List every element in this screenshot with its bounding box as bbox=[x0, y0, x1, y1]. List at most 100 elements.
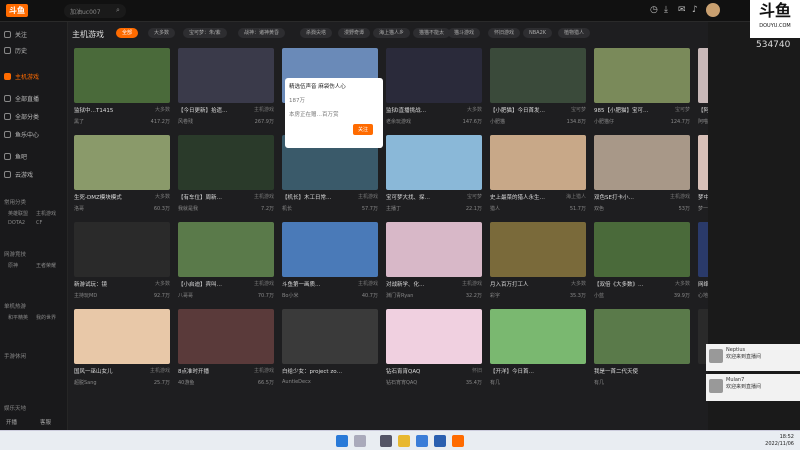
bell-icon[interactable]: ♪ bbox=[692, 5, 698, 15]
category-tab[interactable]: 猫猫不能太 bbox=[413, 28, 451, 38]
category-tab[interactable]: NBA2K bbox=[523, 28, 553, 38]
streamer-name[interactable]: 主播丁 bbox=[386, 205, 401, 212]
streamer-name[interactable]: 老余玩游戏 bbox=[386, 118, 411, 125]
history-icon[interactable]: ◷ bbox=[650, 5, 658, 15]
live-thumbnail[interactable] bbox=[74, 222, 170, 277]
download-icon[interactable]: ⤓ bbox=[664, 5, 668, 15]
live-card[interactable]: 监狱I直播挑战… 大多数 老余玩游戏 147.6万 bbox=[386, 48, 482, 132]
streamer-name[interactable]: 猎人 bbox=[490, 205, 500, 212]
category-tab[interactable]: 杀戮尖塔 bbox=[300, 28, 333, 38]
streamer-name[interactable]: 洛哥 bbox=[74, 205, 84, 212]
live-card[interactable]: 我是一首二代天使 有几 bbox=[594, 309, 690, 393]
sidebar-item-console[interactable]: 主机游戏 bbox=[4, 70, 39, 82]
live-thumbnail[interactable] bbox=[282, 222, 378, 277]
douyu-logo[interactable]: 斗鱼 bbox=[6, 4, 28, 17]
live-thumbnail[interactable] bbox=[490, 222, 586, 277]
category-tab[interactable]: 大多数 bbox=[148, 28, 176, 38]
streamer-name[interactable]: AuntieDecx bbox=[282, 379, 311, 385]
search-icon[interactable]: ⌕ bbox=[116, 6, 120, 15]
live-card[interactable]: 【有车位】周新… 主机游戏 我就是我 7.2万 bbox=[178, 135, 274, 219]
category-tab[interactable]: 全部 bbox=[116, 28, 139, 38]
live-card[interactable]: 国风一巫山女儿 主机游戏 超脱Sang 25.7万 bbox=[74, 309, 170, 393]
live-card[interactable]: 【今日更新】拾遗… 主机游戏 风卷残 267.9万 bbox=[178, 48, 274, 132]
live-thumbnail[interactable] bbox=[490, 48, 586, 103]
taskbar-search-icon[interactable] bbox=[354, 435, 366, 447]
category-tab[interactable]: 植物猎人 bbox=[558, 28, 591, 38]
live-thumbnail[interactable] bbox=[594, 309, 690, 364]
live-card[interactable]: 生死-DMZ模块模式 大多数 洛哥 60.3万 bbox=[74, 135, 170, 219]
live-card[interactable]: 钻石宵宵QAQ 怀旧 钻石宵宵QAQ 35.4万 bbox=[386, 309, 482, 393]
streamer-name[interactable]: 钻石宵宵QAQ bbox=[386, 379, 417, 386]
streamer-name[interactable]: 小蓝 bbox=[594, 292, 604, 299]
edge-icon[interactable] bbox=[416, 435, 428, 447]
live-title[interactable]: 【开洋】今日首… bbox=[490, 367, 586, 375]
streamer-name[interactable]: 机长 bbox=[282, 205, 292, 212]
live-thumbnail[interactable] bbox=[594, 222, 690, 277]
live-thumbnail[interactable] bbox=[386, 48, 482, 103]
streamer-name[interactable]: 彩字 bbox=[490, 292, 500, 299]
sub-category[interactable]: 和平精英 bbox=[8, 314, 28, 321]
live-card[interactable]: 【小肥猫】今日首发… 宝可梦 小肥猫 134.8万 bbox=[490, 48, 586, 132]
live-card[interactable]: 【开洋】今日首… 有几 bbox=[490, 309, 586, 393]
sidebar-item-cloud-game[interactable]: 云游戏 bbox=[4, 168, 33, 180]
streamer-name[interactable]: 有几 bbox=[490, 379, 500, 386]
category-tab[interactable]: 战神：诸神黄昏 bbox=[238, 28, 286, 38]
live-thumbnail[interactable] bbox=[178, 309, 274, 364]
start-live-button[interactable]: 开播 bbox=[6, 418, 17, 426]
streamer-name[interactable]: 40游鱼 bbox=[178, 379, 194, 386]
live-thumbnail[interactable] bbox=[74, 309, 170, 364]
streamer-name[interactable]: 超脱Sang bbox=[74, 379, 97, 386]
category-tab[interactable]: 漫野奇谭 bbox=[338, 28, 371, 38]
store-icon[interactable] bbox=[434, 435, 446, 447]
explorer-icon[interactable] bbox=[398, 435, 410, 447]
streamer-name[interactable]: 八哥哥 bbox=[178, 292, 193, 299]
live-thumbnail[interactable] bbox=[490, 135, 586, 190]
category-tab[interactable]: 怀旧游戏 bbox=[488, 28, 521, 38]
live-card[interactable]: 8点准时开播 主机游戏 40游鱼 66.5万 bbox=[178, 309, 274, 393]
live-thumbnail[interactable] bbox=[74, 135, 170, 190]
douyu-app-icon[interactable] bbox=[452, 435, 464, 447]
user-avatar[interactable] bbox=[706, 3, 720, 17]
streamer-name[interactable]: Bo小米 bbox=[282, 292, 299, 299]
live-thumbnail[interactable] bbox=[178, 135, 274, 190]
live-card[interactable]: 白给少女：project zo… AuntieDecx bbox=[282, 309, 378, 393]
live-card[interactable]: 985【小肥猫】宝可… 宝可梦 小肥猫仔 124.7万 bbox=[594, 48, 690, 132]
sub-category[interactable]: DOTA2 bbox=[8, 220, 25, 226]
live-card[interactable]: 监狱中…T1415 大多数 黑了 417.2万 bbox=[74, 48, 170, 132]
live-card[interactable]: 新游试玩：镜 大多数 主持玩MD 92.7万 bbox=[74, 222, 170, 306]
streamer-name[interactable]: 主持玩MD bbox=[74, 292, 97, 299]
live-thumbnail[interactable] bbox=[490, 309, 586, 364]
live-thumbnail[interactable] bbox=[386, 309, 482, 364]
live-card[interactable]: 双色SE打卡小… 主机游戏 双色 53万 bbox=[594, 135, 690, 219]
sidebar-item-follow[interactable]: 关注 bbox=[4, 28, 27, 40]
live-title[interactable]: 钻石宵宵QAQ bbox=[386, 367, 482, 375]
task-view-icon[interactable] bbox=[380, 435, 392, 447]
sub-category[interactable]: 王者荣耀 bbox=[36, 262, 56, 269]
windows-start-icon[interactable] bbox=[336, 435, 348, 447]
streamer-name[interactable]: 梦一 bbox=[698, 205, 708, 212]
sub-category[interactable]: 英雄联盟 bbox=[8, 210, 28, 217]
category-tab[interactable]: 海上猫人乡 bbox=[373, 28, 411, 38]
live-card[interactable]: 对战新学、化… 主机游戏 渊门青Ryan 32.2万 bbox=[386, 222, 482, 306]
notification-toast[interactable]: Neptius 欢迎来到直播间 bbox=[706, 344, 800, 371]
live-thumbnail[interactable] bbox=[282, 309, 378, 364]
live-title[interactable]: 白给少女：project zo… bbox=[282, 367, 378, 375]
sidebar-item-fun-center[interactable]: 鱼乐中心 bbox=[4, 128, 39, 140]
streamer-name[interactable]: 有几 bbox=[594, 379, 604, 386]
streamer-name[interactable]: 小肥猫 bbox=[490, 118, 505, 125]
notification-toast[interactable]: Mulan7 欢迎来到直播间 bbox=[706, 374, 800, 401]
streamer-name[interactable]: 小肥猫仔 bbox=[594, 118, 614, 125]
category-tab[interactable]: 猫斗游戏 bbox=[448, 28, 481, 38]
streamer-name[interactable]: 我就是我 bbox=[178, 205, 198, 212]
sidebar-item-all-live[interactable]: 全部直播 bbox=[4, 92, 39, 104]
streamer-name[interactable]: 风卷残 bbox=[178, 118, 193, 125]
sidebar-item-history[interactable]: 历史 bbox=[4, 44, 27, 56]
live-card[interactable]: 宝可梦大找、探… 宝可梦 主播丁 22.1万 bbox=[386, 135, 482, 219]
sub-category[interactable]: 主机游戏 bbox=[36, 210, 56, 217]
sub-category[interactable]: 我的世界 bbox=[36, 314, 56, 321]
support-button[interactable]: 客服 bbox=[40, 418, 51, 426]
streamer-name[interactable]: 阿喵 bbox=[698, 118, 708, 125]
live-thumbnail[interactable] bbox=[594, 135, 690, 190]
live-thumbnail[interactable] bbox=[594, 48, 690, 103]
live-thumbnail[interactable] bbox=[178, 222, 274, 277]
